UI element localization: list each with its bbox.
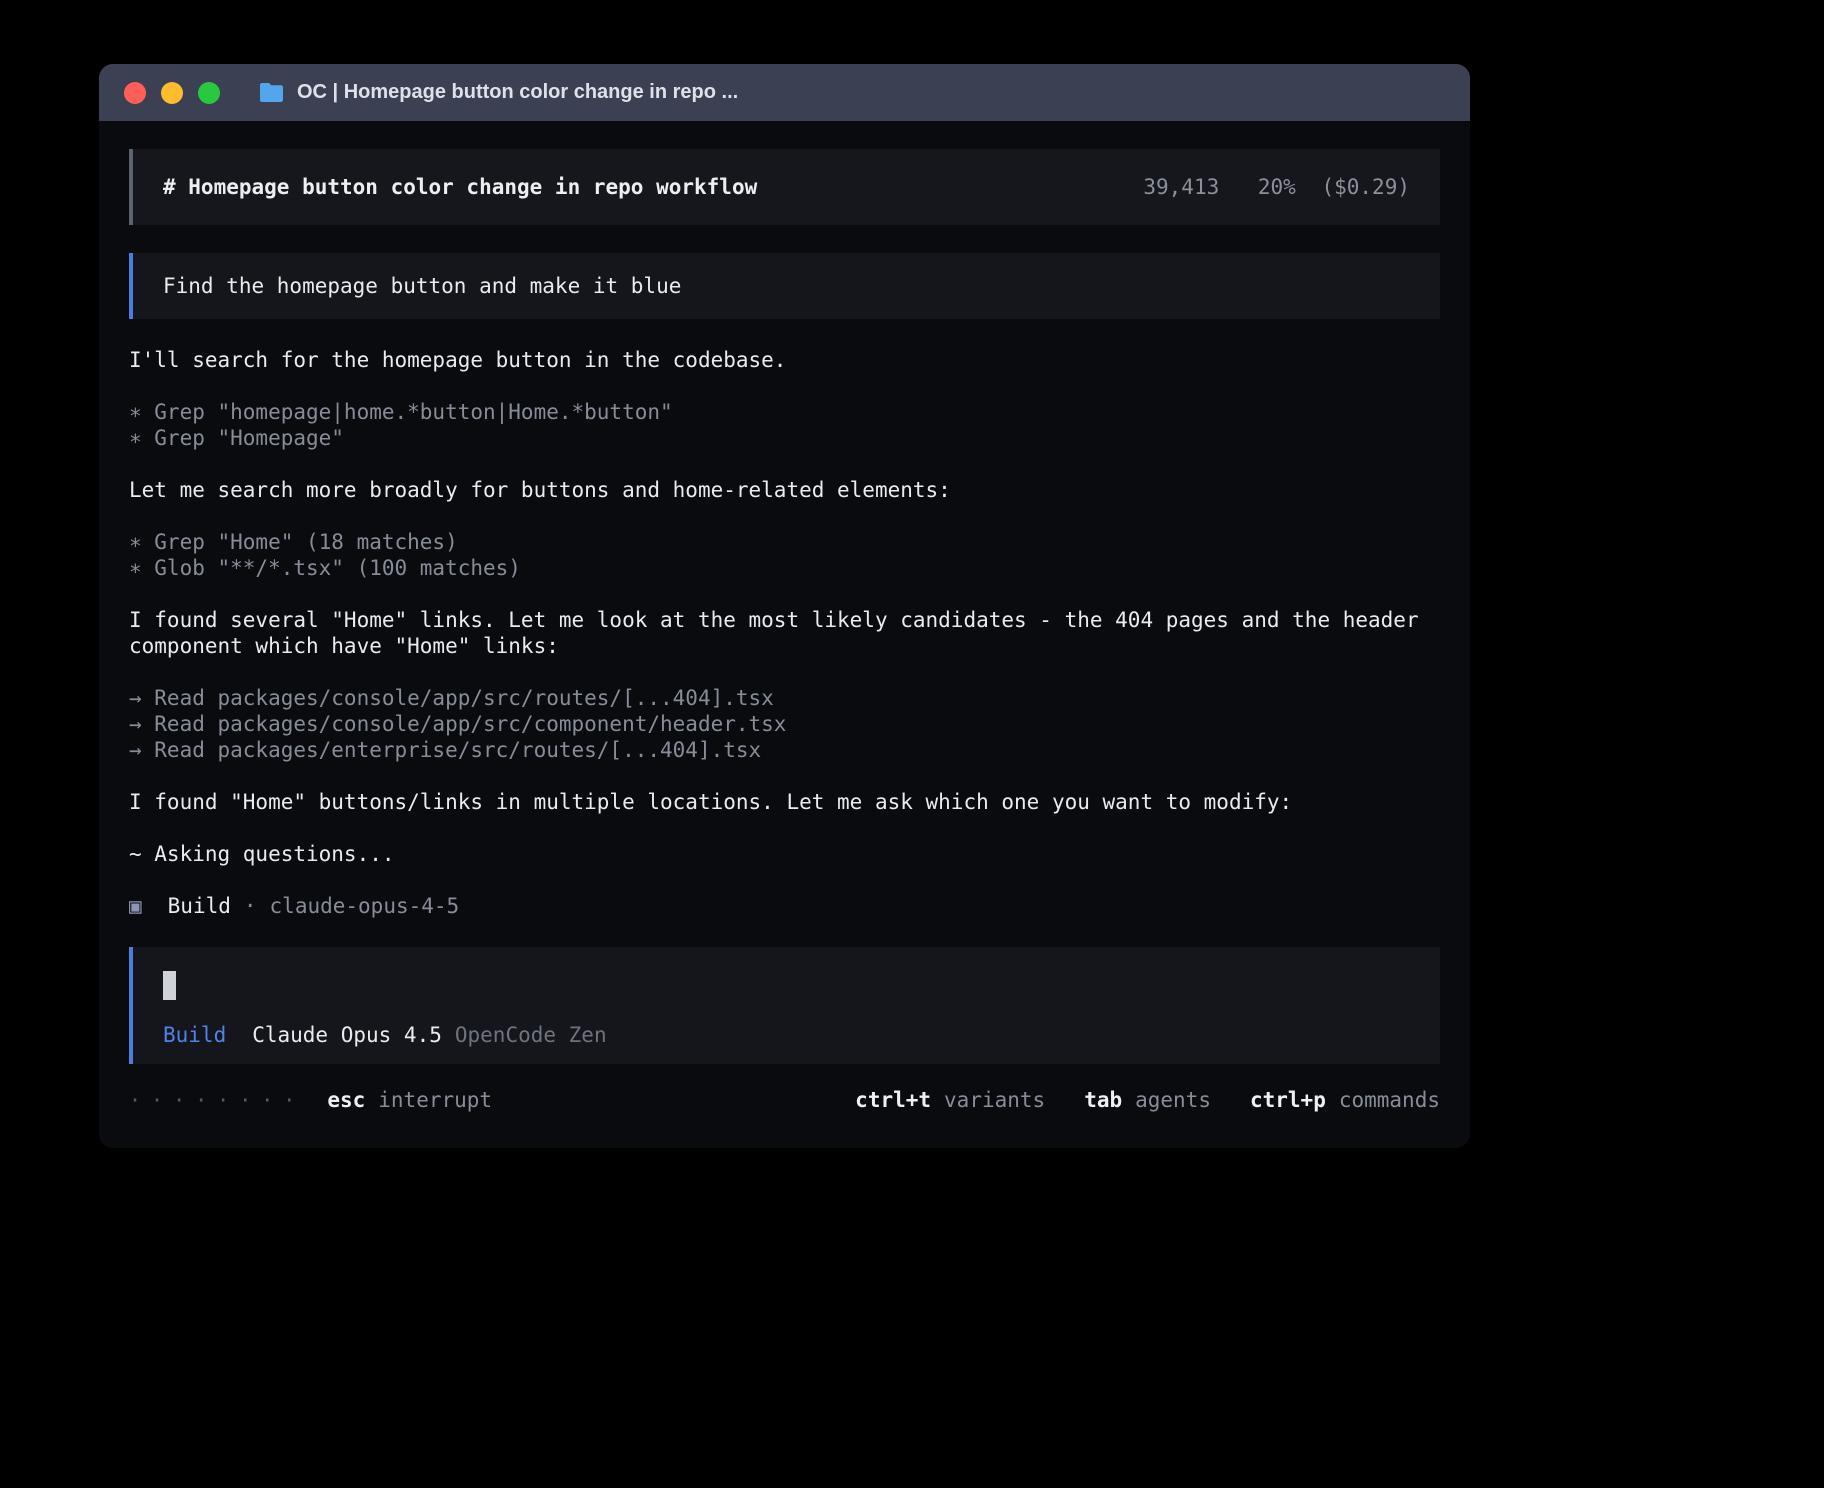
input-statusline: Build Claude Opus 4.5 OpenCode Zen: [163, 1022, 1410, 1048]
hint-label-commands: commands: [1339, 1088, 1440, 1112]
file-read: → Read packages/console/app/src/routes/[…: [129, 685, 1440, 711]
session-stats: 39,413 20% ($0.29): [1143, 175, 1410, 199]
provider-name: OpenCode Zen: [455, 1022, 607, 1048]
prompt-input[interactable]: Build Claude Opus 4.5 OpenCode Zen: [129, 947, 1440, 1064]
statusbar-left: ········ esc interrupt: [129, 1088, 492, 1112]
statusbar: ········ esc interrupt ctrl+t variants t…: [99, 1074, 1470, 1126]
session-cost: ($0.29): [1321, 175, 1410, 199]
file-read: → Read packages/enterprise/src/routes/[.…: [129, 737, 1440, 763]
status-text: ~ Asking questions...: [129, 841, 1440, 867]
token-count: 39,413: [1143, 175, 1219, 199]
session-header: # Homepage button color change in repo w…: [129, 149, 1440, 225]
agent-model: claude-opus-4-5: [270, 893, 460, 919]
assistant-text: I found "Home" buttons/links in multiple…: [129, 789, 1440, 815]
agent-separator: ·: [244, 893, 257, 919]
model-name: Claude Opus 4.5: [252, 1022, 442, 1048]
folder-icon: [258, 82, 285, 103]
hint-key-tab: tab: [1084, 1088, 1122, 1112]
user-message-text: Find the homepage button and make it blu…: [163, 274, 681, 298]
assistant-text: Let me search more broadly for buttons a…: [129, 477, 1440, 503]
hint-label-interrupt: interrupt: [378, 1088, 492, 1112]
hint-key-ctrl-t: ctrl+t: [855, 1088, 931, 1112]
hint-agents: tab agents: [1084, 1088, 1211, 1112]
context-percent: 20%: [1258, 175, 1296, 199]
tool-call-grep: ∗ Grep "Home" (18 matches): [129, 529, 1440, 555]
tool-call-group: ∗ Grep "Home" (18 matches) ∗ Glob "**/*.…: [129, 529, 1440, 581]
hint-variants: ctrl+t variants: [855, 1088, 1045, 1112]
traffic-lights: [124, 82, 220, 104]
mode-indicator: Build: [163, 1022, 226, 1048]
session-view: # Homepage button color change in repo w…: [99, 121, 1470, 1074]
hint-label-agents: agents: [1135, 1088, 1211, 1112]
titlebar: OC | Homepage button color change in rep…: [99, 64, 1470, 121]
statusbar-right: ctrl+t variants tab agents ctrl+p comman…: [855, 1088, 1440, 1112]
window-title: OC | Homepage button color change in rep…: [297, 81, 738, 104]
file-read: → Read packages/console/app/src/componen…: [129, 711, 1440, 737]
zoom-button[interactable]: [198, 82, 220, 104]
tool-call-grep: ∗ Grep "Homepage": [129, 425, 1440, 451]
minimize-button[interactable]: [161, 82, 183, 104]
session-title: # Homepage button color change in repo w…: [163, 175, 757, 199]
agent-name: Build: [168, 893, 231, 919]
hint-label-variants: variants: [944, 1088, 1045, 1112]
hint-commands: ctrl+p commands: [1250, 1088, 1440, 1112]
spinner-dots: ········: [129, 1088, 305, 1112]
assistant-text: I'll search for the homepage button in t…: [129, 347, 1440, 373]
agent-status: ▣ Build · claude-opus-4-5: [129, 893, 1440, 919]
file-read-group: → Read packages/console/app/src/routes/[…: [129, 685, 1440, 763]
tool-call-group: ∗ Grep "homepage|home.*button|Home.*butt…: [129, 399, 1440, 451]
hint-key-esc: esc: [327, 1088, 365, 1112]
tool-call-glob: ∗ Glob "**/*.tsx" (100 matches): [129, 555, 1440, 581]
terminal-window: OC | Homepage button color change in rep…: [99, 64, 1470, 1148]
user-message: Find the homepage button and make it blu…: [129, 253, 1440, 319]
tool-call-grep: ∗ Grep "homepage|home.*button|Home.*butt…: [129, 399, 1440, 425]
hint-key-ctrl-p: ctrl+p: [1250, 1088, 1326, 1112]
agent-icon: ▣: [129, 893, 142, 919]
close-button[interactable]: [124, 82, 146, 104]
text-cursor: [163, 971, 176, 1000]
assistant-text: I found several "Home" links. Let me loo…: [129, 607, 1440, 659]
